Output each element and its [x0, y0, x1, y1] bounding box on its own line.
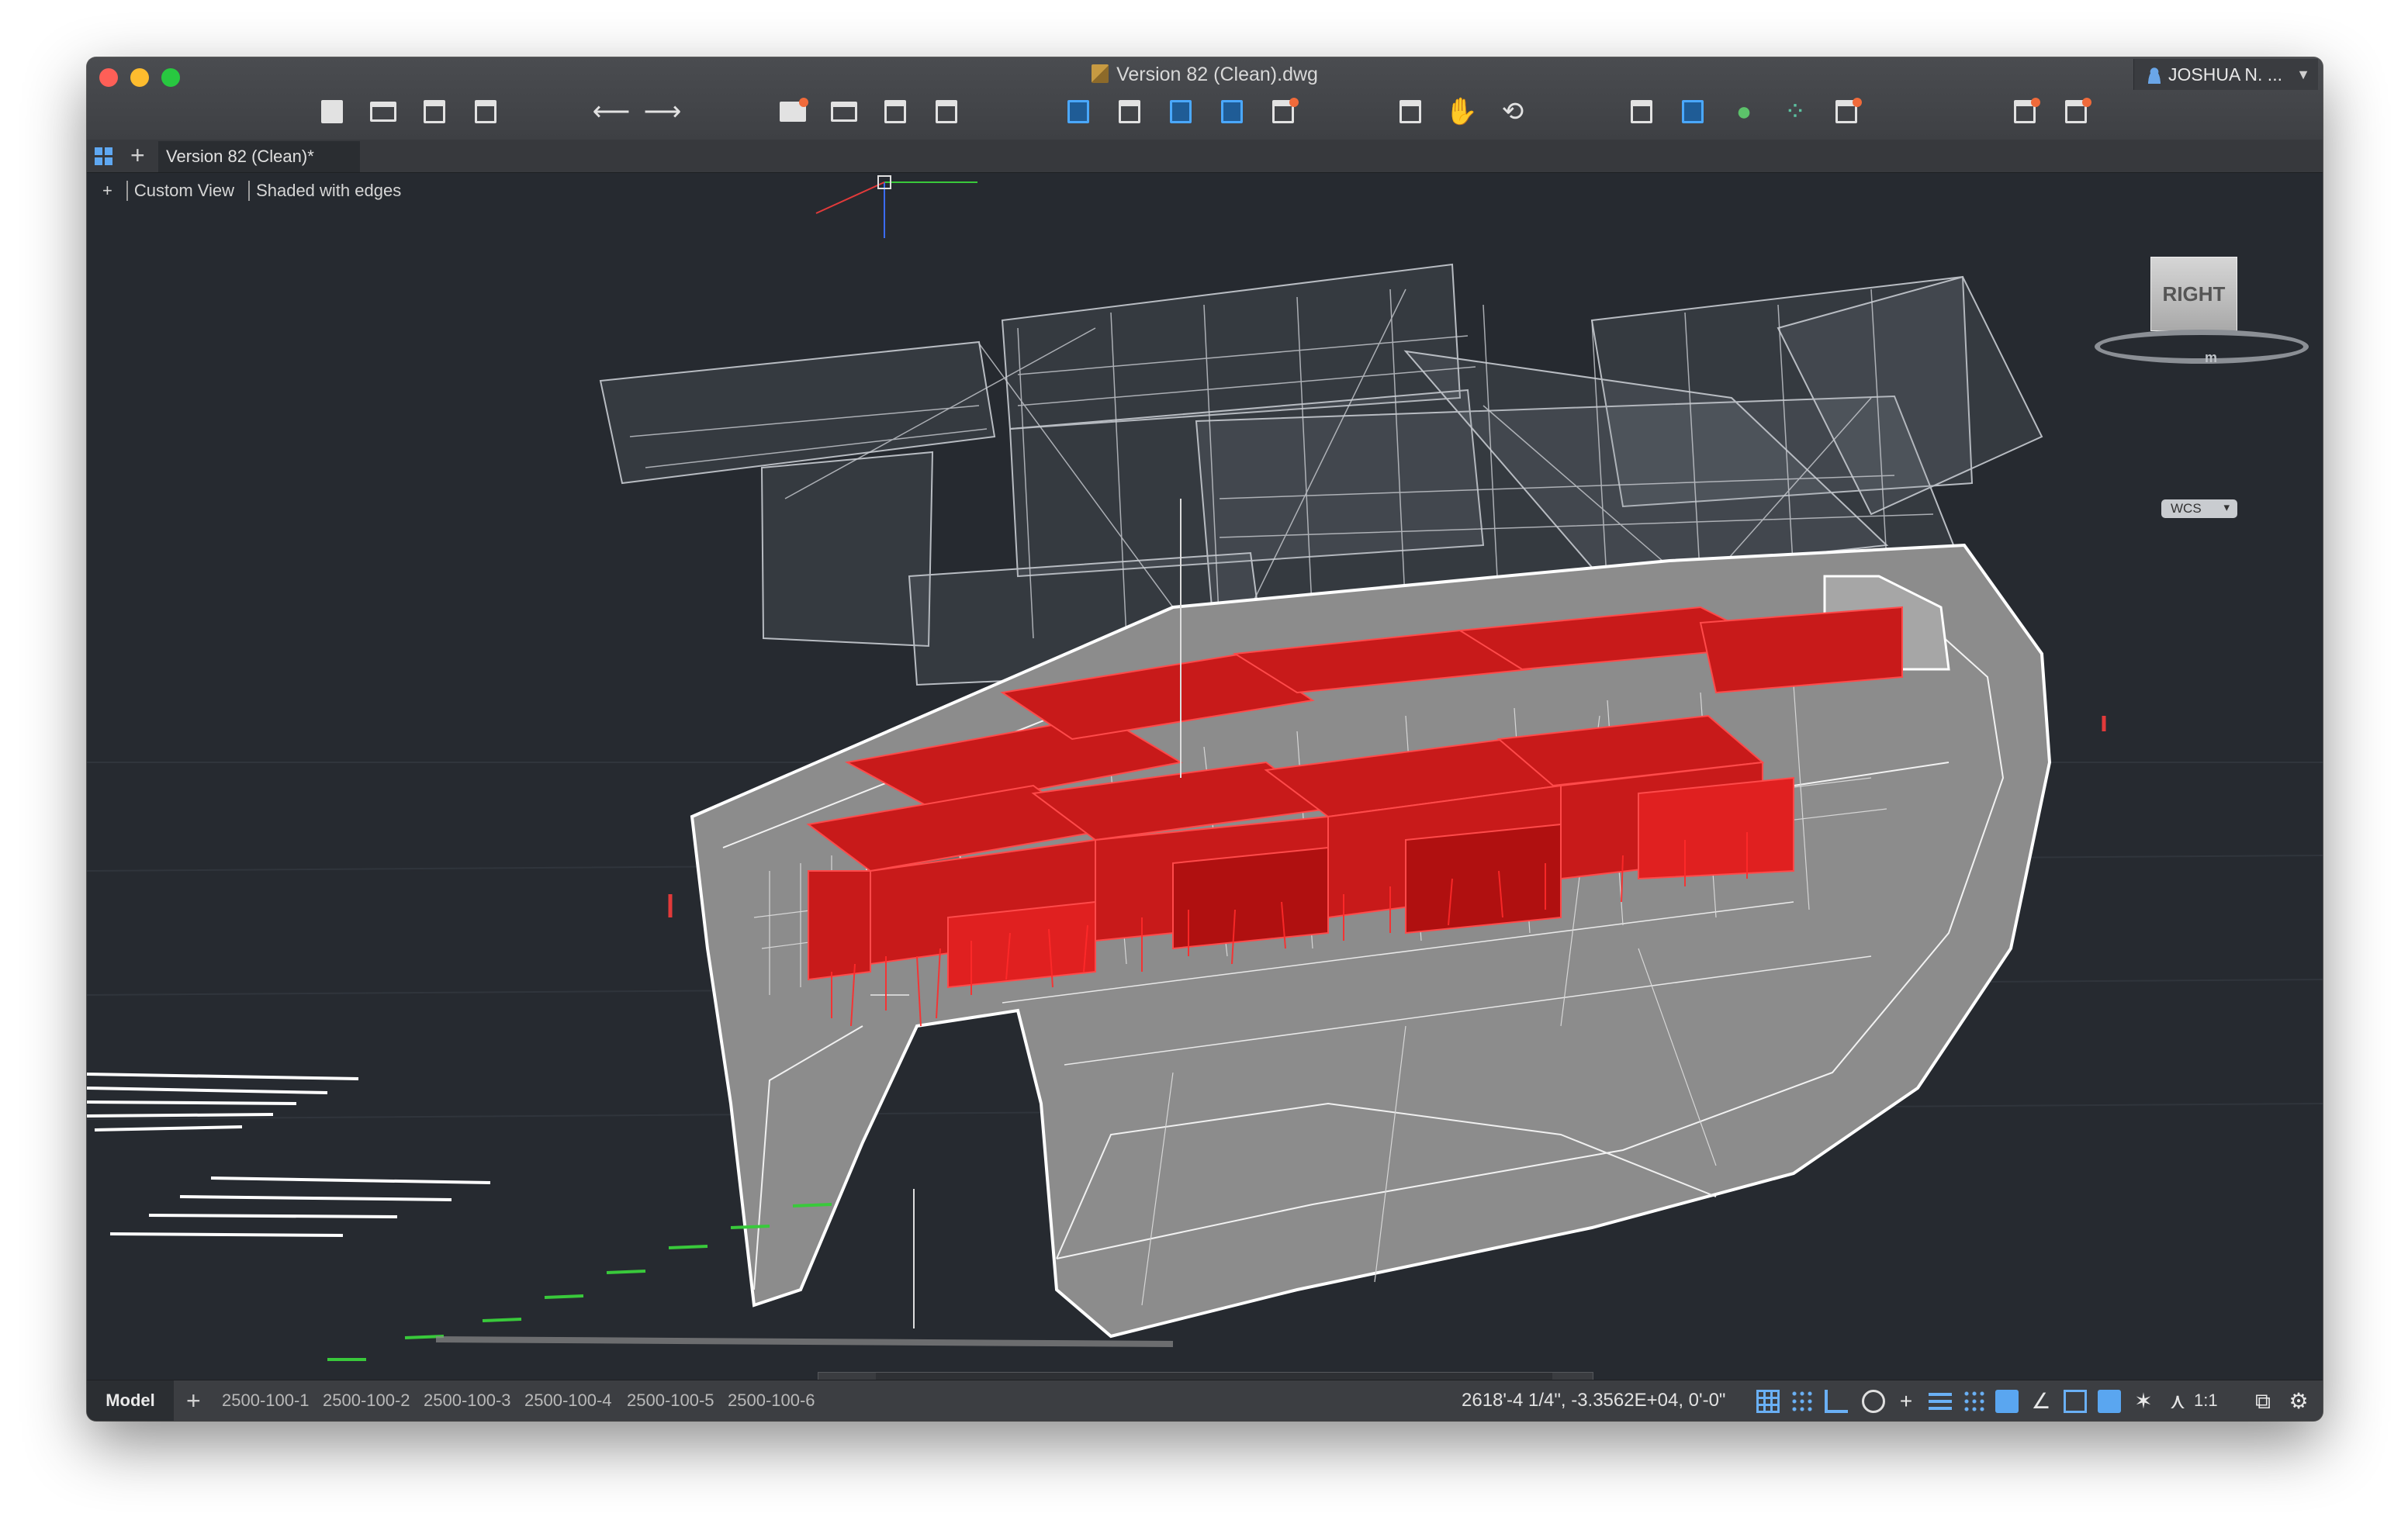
tab-layout[interactable]: 2500-100-4	[520, 1380, 617, 1421]
new-tab-button[interactable]: +	[130, 141, 145, 170]
pan-icon[interactable]: ✋	[1445, 96, 1478, 127]
lineweight-icon[interactable]	[1929, 1390, 1952, 1413]
settings-icon[interactable]	[2009, 96, 2040, 127]
insert-icon[interactable]	[1216, 96, 1247, 127]
viewport-menu-button[interactable]: +	[102, 181, 112, 200]
tab-layout[interactable]: 2500-100-6	[723, 1380, 820, 1421]
status-bar: Model + 2500-100-1 2500-100-2 2500-100-3…	[87, 1380, 2323, 1421]
tab-model[interactable]: Model	[87, 1380, 174, 1421]
workspace-icon[interactable]	[2060, 96, 2091, 127]
import-icon[interactable]	[1063, 96, 1094, 127]
new-icon[interactable]	[317, 96, 348, 127]
title-bar: Version 82 (Clean).dwg JOSHUA N. ... ▼ ⟵…	[87, 57, 2323, 140]
tab-document[interactable]: Version 82 (Clean)*	[158, 141, 360, 172]
tab-layout[interactable]: 2500-100-5	[622, 1380, 719, 1421]
layer-icon[interactable]	[1268, 96, 1299, 127]
redo-icon[interactable]: ⟶	[644, 96, 682, 127]
properties-icon[interactable]	[1626, 96, 1657, 127]
zoom-window-icon[interactable]	[1395, 96, 1426, 127]
undo-icon[interactable]: ⟵	[593, 96, 631, 127]
annotation-scale-value[interactable]: 1:1	[2194, 1380, 2218, 1421]
drawing-viewport[interactable]: + Custom View Shaded with edges RIGHT m WC…	[87, 173, 2323, 1404]
attach-icon[interactable]	[1165, 96, 1196, 127]
page-setup-icon[interactable]	[931, 96, 962, 127]
coordinate-readout: 2618'-4 1/4", -3.3562E+04, 0'-0"	[1462, 1390, 1726, 1411]
viewport-controls: + Custom View Shaded with edges	[102, 181, 409, 201]
object-snap-icon[interactable]: +	[1894, 1390, 1918, 1413]
viewcube-face[interactable]: RIGHT	[2150, 257, 2237, 331]
tab-layout[interactable]: 2500-100-2	[318, 1380, 415, 1421]
render-icon[interactable]	[1831, 96, 1862, 127]
save-as-icon[interactable]	[470, 96, 501, 127]
viewcube[interactable]: RIGHT	[2150, 257, 2237, 331]
document-tab-bar: + Version 82 (Clean)*	[87, 140, 2323, 173]
user-icon	[2147, 67, 2162, 84]
xref-icon[interactable]: ●	[1728, 96, 1759, 127]
open-icon[interactable]	[368, 96, 399, 127]
grid-icon[interactable]	[1756, 1390, 1780, 1413]
workspace-switch-icon[interactable]: ⧉	[2251, 1390, 2275, 1413]
plot-icon[interactable]	[777, 96, 808, 127]
orbit-icon[interactable]: ⟲	[1497, 96, 1528, 127]
tab-layout[interactable]: 2500-100-3	[419, 1380, 516, 1421]
ship-model-scene[interactable]	[87, 173, 2323, 1380]
selection-cycling-icon[interactable]	[1995, 1390, 2019, 1413]
transparency-icon[interactable]	[1963, 1390, 1986, 1413]
ucs-icon	[815, 175, 977, 238]
ortho-icon[interactable]	[1825, 1390, 1848, 1413]
gear-icon[interactable]: ⚙	[2287, 1390, 2310, 1413]
view-name-menu[interactable]: Custom View	[134, 181, 234, 200]
publish-icon[interactable]	[880, 96, 911, 127]
visual-style-menu[interactable]: Shaded with edges	[256, 181, 401, 200]
dwg-file-icon	[1092, 64, 1109, 83]
floor-annotations	[87, 1073, 491, 1237]
user-menu[interactable]: JOSHUA N. ... ▼	[2133, 59, 2318, 90]
tab-layout[interactable]: 2500-100-1	[217, 1380, 314, 1421]
annotation-visibility-icon[interactable]	[2098, 1390, 2121, 1413]
polar-tracking-icon[interactable]	[1862, 1390, 1885, 1413]
app-window: Version 82 (Clean).dwg JOSHUA N. ... ▼ ⟵…	[87, 57, 2323, 1421]
ucs-menu[interactable]: WCS ▾	[2161, 499, 2237, 518]
chevron-down-icon: ▾	[2223, 501, 2230, 514]
viewcube-compass-ring[interactable]	[2095, 330, 2309, 364]
add-layout-button[interactable]: +	[186, 1380, 201, 1421]
compass-label: m	[2204, 350, 2217, 365]
dynamic-ucs-icon[interactable]: ∠	[2029, 1390, 2053, 1413]
grid-view-icon[interactable]	[95, 147, 113, 166]
annotation-scale-icon[interactable]: ⋏	[2166, 1390, 2189, 1413]
sheet-icon[interactable]: ⁘	[1780, 96, 1811, 127]
chevron-down-icon: ▼	[2296, 67, 2310, 82]
save-icon[interactable]	[419, 96, 450, 127]
print-icon[interactable]	[829, 96, 860, 127]
export-icon[interactable]	[1114, 96, 1145, 127]
viewport-lock-icon[interactable]	[2064, 1390, 2087, 1413]
snap-icon[interactable]	[1790, 1390, 1814, 1413]
auto-scale-icon[interactable]: ✶	[2132, 1390, 2155, 1413]
match-icon[interactable]	[1677, 96, 1708, 127]
window-title: Version 82 (Clean).dwg	[87, 64, 2323, 86]
